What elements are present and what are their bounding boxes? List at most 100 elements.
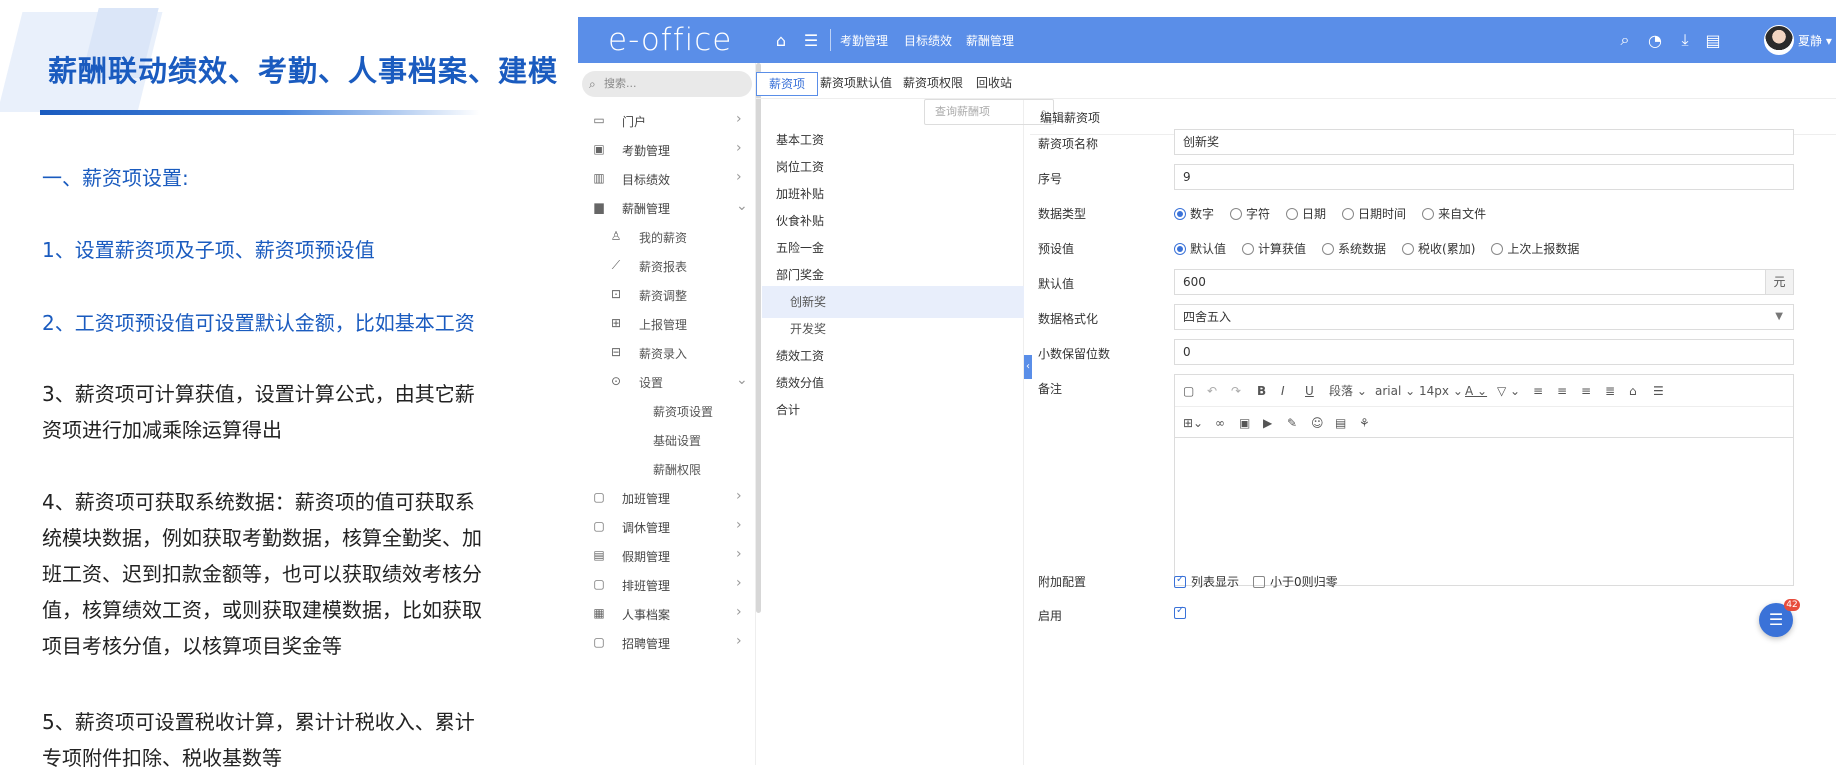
radio-icon: [1322, 242, 1335, 255]
radio-last-report[interactable]: 上次上报数据: [1491, 240, 1579, 257]
italic-icon[interactable]: I: [1281, 382, 1285, 400]
paragraph-label: 段落: [1329, 384, 1354, 398]
chevron-right-icon: ›: [736, 169, 742, 185]
list-item[interactable]: 合计: [762, 394, 1024, 426]
chart-icon[interactable]: ⚘: [1359, 414, 1370, 432]
radio-system-data[interactable]: 系统数据: [1322, 240, 1386, 257]
checkbox-checked-icon: [1174, 605, 1186, 619]
radio-icon: [1422, 207, 1435, 220]
sidebar-item-label: 薪资报表: [639, 260, 688, 274]
rich-text-editor: ▢ ↶ ↷ B I U 段落 ⌄ arial ⌄ 14px ⌄ A ⌄ ▽ ⌄ …: [1174, 374, 1794, 586]
sidebar-item-label: 调休管理: [622, 521, 671, 535]
font-color-icon[interactable]: A ⌄: [1465, 382, 1487, 400]
template-icon[interactable]: ▤: [1335, 414, 1346, 432]
chevron-down-icon: ▾: [1825, 34, 1832, 48]
chevron-right-icon: ›: [736, 604, 742, 620]
label-extra: 附加配置: [1038, 575, 1087, 589]
theme-icon[interactable]: ◔: [1644, 29, 1666, 51]
undo-icon[interactable]: ↶: [1207, 382, 1217, 400]
underline-icon[interactable]: U: [1305, 382, 1314, 400]
tab-salary-permissions[interactable]: 薪资项权限: [891, 72, 975, 96]
sidebar-item-recruitment[interactable]: ▢ 招聘管理 ›: [578, 625, 756, 660]
source-icon[interactable]: ▢: [1183, 382, 1194, 400]
zero-if-negative-checkbox[interactable]: 小于0则归零: [1253, 573, 1338, 590]
radio-string[interactable]: 字符: [1230, 205, 1270, 222]
editor-content-area[interactable]: [1175, 438, 1793, 585]
paragraph-1: 1、设置薪资项及子项、薪资项预设值: [42, 238, 375, 262]
default-value: 600: [1183, 275, 1206, 289]
user-menu[interactable]: 夏静 ▾: [1798, 32, 1832, 49]
topnav-performance[interactable]: 目标绩效: [904, 32, 952, 49]
topnav-salary[interactable]: 薪酬管理: [966, 32, 1014, 49]
menu-icon[interactable]: ☰: [800, 29, 822, 51]
checkbox-icon: [1253, 575, 1266, 588]
radio-label: 系统数据: [1338, 242, 1387, 256]
align-center-icon[interactable]: ≡: [1581, 382, 1591, 400]
image-icon[interactable]: ▣: [1239, 414, 1250, 432]
align-justify-icon[interactable]: ≣: [1605, 382, 1615, 400]
paragraph-2: 2、工资项预设值可设置默认金额，比如基本工资: [42, 311, 475, 335]
download-icon[interactable]: ⤓: [1674, 29, 1696, 51]
table-icon[interactable]: ⊞⌄: [1183, 414, 1203, 432]
sidebar-item-label: 目标绩效: [622, 173, 671, 187]
sidebar-search-input[interactable]: ⌕ 搜索...: [582, 71, 752, 97]
align-right-icon[interactable]: ≡: [1557, 382, 1567, 400]
font-select[interactable]: arial ⌄: [1375, 382, 1415, 400]
top-bar: e-office ⌂ ☰ 考勤管理 目标绩效 薪酬管理 ⌕ ◔ ⤓ ▤ 夏静 ▾: [578, 17, 1836, 63]
radio-label: 计算获值: [1258, 242, 1307, 256]
radio-label: 日期时间: [1358, 207, 1407, 221]
bold-icon[interactable]: B: [1257, 382, 1266, 400]
format-value: 四舍五入: [1183, 310, 1232, 324]
font-size-select[interactable]: 14px ⌄: [1419, 382, 1463, 400]
salary-item-list: 查询薪酬项 ⌕ 基本工资 岗位工资 加班补贴 伙食补贴 五险一金 部门奖金 创新…: [762, 99, 1054, 765]
video-icon[interactable]: ▶: [1263, 414, 1272, 432]
search-icon[interactable]: ⌕: [1614, 29, 1636, 51]
radio-label: 字符: [1246, 207, 1271, 221]
radio-label: 税收(累加): [1418, 242, 1476, 256]
tab-bar: 薪资项 薪资项默认值 薪资项权限 回收站: [756, 63, 1836, 99]
avatar[interactable]: [1764, 25, 1794, 55]
collapse-panel-button[interactable]: ‹: [1024, 355, 1032, 379]
decimals-input[interactable]: 0: [1174, 339, 1794, 365]
radio-label: 上次上报数据: [1507, 242, 1580, 256]
extra-options: 列表显示 小于0则归零: [1174, 573, 1338, 590]
radio-label: 日期: [1302, 207, 1327, 221]
format-select[interactable]: 四舍五入 ▼: [1174, 304, 1794, 330]
radio-selected-icon: [1174, 242, 1186, 255]
user-name: 夏静: [1798, 34, 1823, 48]
radio-from-file[interactable]: 来自文件: [1422, 205, 1486, 222]
signature-icon[interactable]: ✎: [1287, 414, 1297, 432]
radio-number[interactable]: 数字: [1174, 205, 1214, 222]
highlight-icon[interactable]: ▽ ⌄: [1497, 382, 1520, 400]
document-icon[interactable]: ▤: [1702, 29, 1724, 51]
format-painter-icon[interactable]: ⌂: [1629, 382, 1637, 400]
tab-recycle-bin[interactable]: 回收站: [964, 72, 1024, 96]
list-display-checkbox[interactable]: 列表显示: [1174, 573, 1239, 590]
home-icon[interactable]: ⌂: [770, 29, 792, 51]
name-input[interactable]: 创新奖: [1174, 129, 1794, 155]
emoji-icon[interactable]: ☺: [1311, 414, 1324, 432]
list-icon[interactable]: ☰: [1653, 382, 1664, 400]
radio-icon: [1342, 207, 1355, 220]
label-data-type: 数据类型: [1038, 207, 1087, 221]
order-input[interactable]: 9: [1174, 164, 1794, 190]
portal-icon: ▭: [593, 113, 605, 127]
radio-default[interactable]: 默认值: [1174, 240, 1226, 257]
link-icon[interactable]: ∞: [1215, 414, 1225, 432]
radio-icon: [1242, 242, 1255, 255]
default-value-input[interactable]: 600 元: [1174, 269, 1794, 295]
redo-icon[interactable]: ↷: [1231, 382, 1241, 400]
enable-row: [1174, 605, 1186, 619]
topnav-attendance[interactable]: 考勤管理: [840, 32, 888, 49]
name-value: 创新奖: [1183, 135, 1220, 149]
radio-tax[interactable]: 税收(累加): [1402, 240, 1475, 257]
radio-datetime[interactable]: 日期时间: [1342, 205, 1406, 222]
tab-salary-defaults[interactable]: 薪资项默认值: [808, 72, 904, 96]
paragraph-select[interactable]: 段落 ⌄: [1329, 382, 1367, 400]
radio-icon: [1286, 207, 1299, 220]
sidebar-scrollbar[interactable]: [756, 63, 761, 613]
enable-checkbox[interactable]: [1174, 605, 1186, 619]
radio-date[interactable]: 日期: [1286, 205, 1326, 222]
radio-calculated[interactable]: 计算获值: [1242, 240, 1306, 257]
align-left-icon[interactable]: ≡: [1533, 382, 1543, 400]
